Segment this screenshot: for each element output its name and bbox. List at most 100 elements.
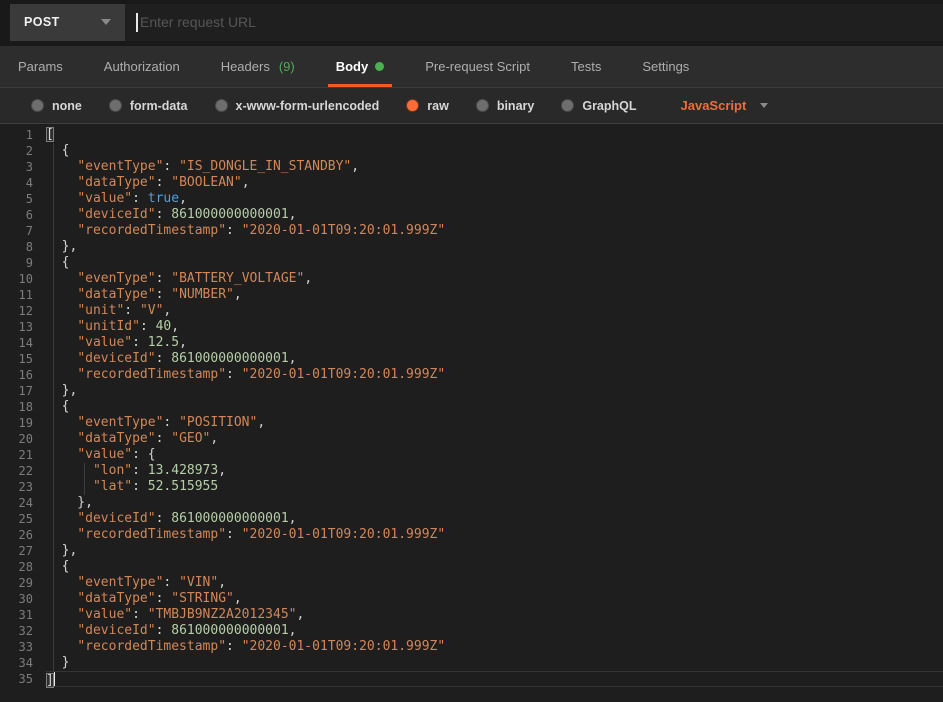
- code-line[interactable]: 7 "recordedTimestamp": "2020-01-01T09:20…: [0, 223, 943, 239]
- line-number: 30: [0, 591, 46, 607]
- code-line[interactable]: 13 "unitId": 40,: [0, 319, 943, 335]
- tab-headers[interactable]: Headers(9): [217, 46, 299, 87]
- url-input[interactable]: [125, 4, 943, 41]
- method-label: POST: [24, 15, 60, 29]
- code-line[interactable]: 4 "dataType": "BOOLEAN",: [0, 175, 943, 191]
- code-line[interactable]: 27 },: [0, 543, 943, 559]
- code-line-content: "deviceId": 861000000000001,: [46, 351, 943, 367]
- line-number: 25: [0, 511, 46, 527]
- code-line[interactable]: 12 "unit": "V",: [0, 303, 943, 319]
- mode-label: x-www-form-urlencoded: [236, 99, 380, 113]
- code-line[interactable]: 28 {: [0, 559, 943, 575]
- code-line-content: },: [46, 495, 943, 511]
- line-number: 34: [0, 655, 46, 671]
- code-line[interactable]: 6 "deviceId": 861000000000001,: [0, 207, 943, 223]
- body-mode-form-data[interactable]: form-data: [109, 99, 188, 113]
- code-line-content: "dataType": "GEO",: [46, 431, 943, 447]
- code-line[interactable]: 18 {: [0, 399, 943, 415]
- code-line[interactable]: 5 "value": true,: [0, 191, 943, 207]
- body-mode-raw[interactable]: raw: [406, 99, 449, 113]
- code-line[interactable]: 9 {: [0, 255, 943, 271]
- body-mode-none[interactable]: none: [31, 99, 82, 113]
- code-line-content: "unit": "V",: [46, 303, 943, 319]
- code-line[interactable]: 23 "lat": 52.515955: [0, 479, 943, 495]
- line-number: 7: [0, 223, 46, 239]
- code-line[interactable]: 8 },: [0, 239, 943, 255]
- code-line[interactable]: 22 "lon": 13.428973,: [0, 463, 943, 479]
- code-line-content: "unitId": 40,: [46, 319, 943, 335]
- code-line[interactable]: 34 }: [0, 655, 943, 671]
- code-line[interactable]: 2 {: [0, 143, 943, 159]
- code-line-content: "deviceId": 861000000000001,: [46, 623, 943, 639]
- code-line[interactable]: 32 "deviceId": 861000000000001,: [0, 623, 943, 639]
- tab-params[interactable]: Params: [14, 46, 67, 87]
- line-number: 17: [0, 383, 46, 399]
- language-select[interactable]: JavaScript: [681, 98, 769, 113]
- code-line[interactable]: 15 "deviceId": 861000000000001,: [0, 351, 943, 367]
- body-mode-graphql[interactable]: GraphQL: [561, 99, 636, 113]
- mode-label: binary: [497, 99, 535, 113]
- code-line-content: "eventType": "POSITION",: [46, 415, 943, 431]
- mode-label: form-data: [130, 99, 188, 113]
- chevron-down-icon: [760, 103, 768, 108]
- code-line-content: "recordedTimestamp": "2020-01-01T09:20:0…: [46, 639, 943, 655]
- line-number: 3: [0, 159, 46, 175]
- tab-label: Params: [18, 59, 63, 74]
- tab-label: Authorization: [104, 59, 180, 74]
- code-line[interactable]: 20 "dataType": "GEO",: [0, 431, 943, 447]
- line-number: 33: [0, 639, 46, 655]
- code-line[interactable]: 29 "eventType": "VIN",: [0, 575, 943, 591]
- code-line[interactable]: 35]: [0, 671, 943, 687]
- line-number: 13: [0, 319, 46, 335]
- code-line[interactable]: 30 "dataType": "STRING",: [0, 591, 943, 607]
- tab-label: Pre-request Script: [425, 59, 530, 74]
- tab-label: Settings: [642, 59, 689, 74]
- line-number: 6: [0, 207, 46, 223]
- radio-icon: [476, 99, 489, 112]
- headers-count-badge: (9): [279, 59, 295, 74]
- code-line[interactable]: 11 "dataType": "NUMBER",: [0, 287, 943, 303]
- code-line[interactable]: 14 "value": 12.5,: [0, 335, 943, 351]
- tab-authorization[interactable]: Authorization: [100, 46, 184, 87]
- code-line-content: "eventType": "IS_DONGLE_IN_STANDBY",: [46, 159, 943, 175]
- body-mode-binary[interactable]: binary: [476, 99, 535, 113]
- tab-body[interactable]: Body: [332, 46, 389, 87]
- mode-label: none: [52, 99, 82, 113]
- code-line[interactable]: 25 "deviceId": 861000000000001,: [0, 511, 943, 527]
- code-line-content: "recordedTimestamp": "2020-01-01T09:20:0…: [46, 527, 943, 543]
- url-field-wrap: [125, 4, 943, 41]
- raw-body-editor[interactable]: 1[2 {3 "eventType": "IS_DONGLE_IN_STANDB…: [0, 124, 943, 702]
- code-line[interactable]: 26 "recordedTimestamp": "2020-01-01T09:2…: [0, 527, 943, 543]
- radio-icon: [215, 99, 228, 112]
- code-line-content: ]: [46, 671, 943, 687]
- code-line[interactable]: 31 "value": "TMBJB9NZ2A2012345",: [0, 607, 943, 623]
- code-line[interactable]: 21 "value": {: [0, 447, 943, 463]
- language-label: JavaScript: [681, 98, 747, 113]
- code-line[interactable]: 16 "recordedTimestamp": "2020-01-01T09:2…: [0, 367, 943, 383]
- tab-label: Tests: [571, 59, 601, 74]
- body-has-content-dot-icon: [375, 62, 384, 71]
- code-line[interactable]: 10 "evenType": "BATTERY_VOLTAGE",: [0, 271, 943, 287]
- code-line[interactable]: 19 "eventType": "POSITION",: [0, 415, 943, 431]
- code-line-content: {: [46, 143, 943, 159]
- code-line-content: {: [46, 399, 943, 415]
- method-select[interactable]: POST: [10, 4, 125, 41]
- code-line-content: [: [46, 127, 943, 143]
- code-line-content: "dataType": "STRING",: [46, 591, 943, 607]
- line-number: 22: [0, 463, 46, 479]
- code-line-content: "eventType": "VIN",: [46, 575, 943, 591]
- line-number: 21: [0, 447, 46, 463]
- body-mode-x-www-form-urlencoded[interactable]: x-www-form-urlencoded: [215, 99, 380, 113]
- code-line[interactable]: 3 "eventType": "IS_DONGLE_IN_STANDBY",: [0, 159, 943, 175]
- code-line[interactable]: 24 },: [0, 495, 943, 511]
- tab-pre-request-script[interactable]: Pre-request Script: [421, 46, 534, 87]
- request-tabs: Params Authorization Headers(9) Body Pre-req…: [0, 46, 943, 88]
- radio-icon: [109, 99, 122, 112]
- code-line-content: },: [46, 543, 943, 559]
- line-number: 23: [0, 479, 46, 495]
- tab-tests[interactable]: Tests: [567, 46, 605, 87]
- code-line[interactable]: 1[: [0, 127, 943, 143]
- code-line[interactable]: 17 },: [0, 383, 943, 399]
- tab-settings[interactable]: Settings: [638, 46, 693, 87]
- code-line[interactable]: 33 "recordedTimestamp": "2020-01-01T09:2…: [0, 639, 943, 655]
